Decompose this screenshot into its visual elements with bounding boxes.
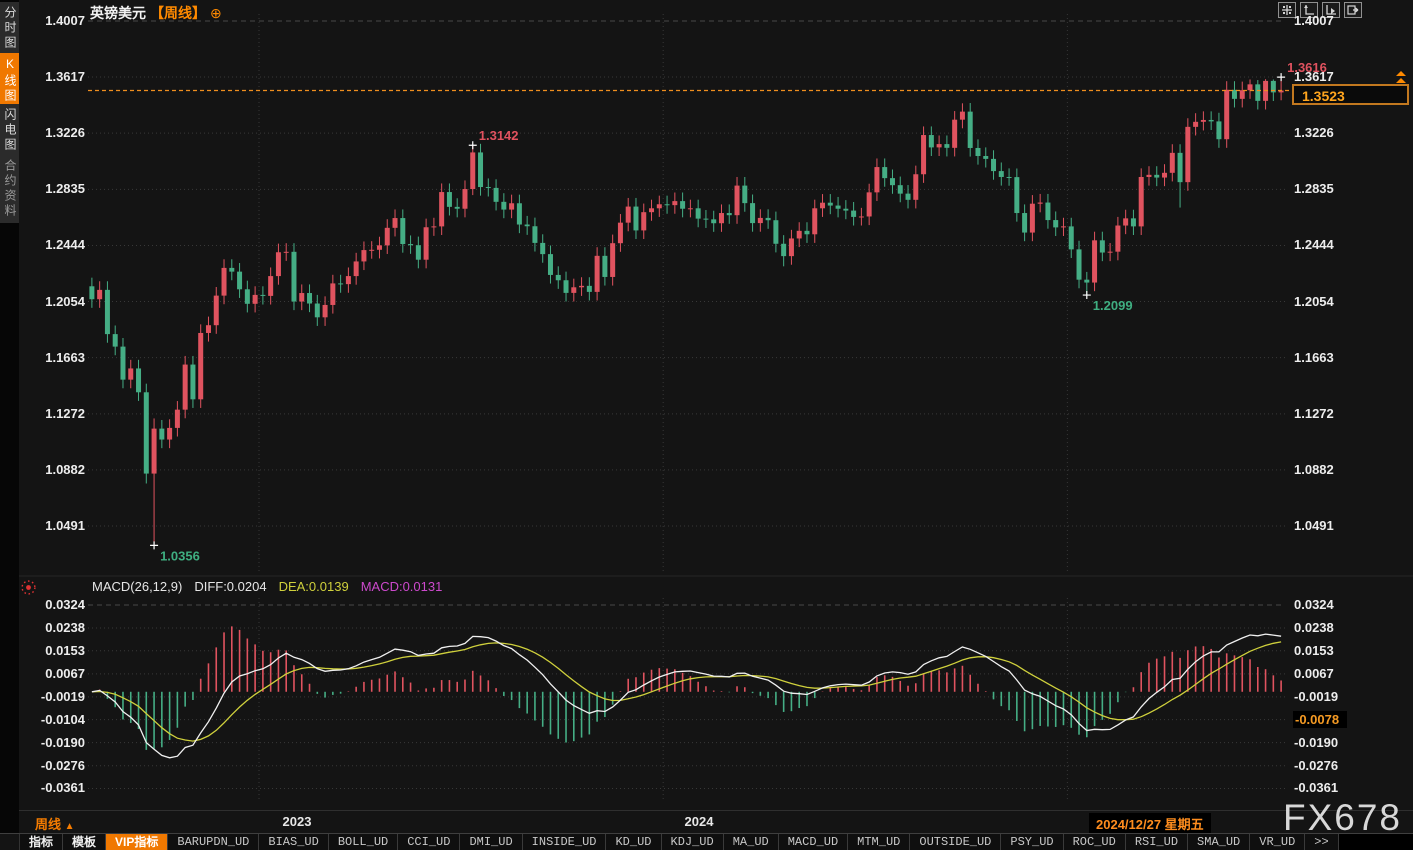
year-label-2023: 2023 <box>283 814 312 829</box>
macd-axis-label: 0.0153 <box>30 643 85 658</box>
symbol-title: 英镑美元 <box>90 3 146 23</box>
indicator-tab-bar: 指标模板VIP指标BARUPDN_UDBIAS_UDBOLL_UDCCI_UDD… <box>0 833 1413 850</box>
sidebar-item-kline-chart[interactable]: K线图 <box>0 53 19 108</box>
price-axis-label: 1.0882 <box>30 462 85 477</box>
tab-vip-[interactable]: VIP指标 <box>106 834 168 850</box>
price-axis-label: 1.0491 <box>30 518 85 533</box>
macd-axis-label: 0.0067 <box>30 666 85 681</box>
date-tag: 2024/12/27 星期五 <box>1089 813 1211 834</box>
price-axis-label: 1.1272 <box>1294 406 1364 421</box>
tab--[interactable]: 模板 <box>63 834 106 850</box>
macd-axis-label: 0.0238 <box>30 620 85 635</box>
tab-rsi_ud[interactable]: RSI_UD <box>1126 834 1188 850</box>
macd-current-value-tag: -0.0078 <box>1293 711 1347 728</box>
svg-text:1.0356: 1.0356 <box>160 548 200 563</box>
macd-axis-label: -0.0276 <box>30 758 85 773</box>
tab-roc_ud[interactable]: ROC_UD <box>1064 834 1126 850</box>
tab-outside_ud[interactable]: OUTSIDE_UD <box>910 834 1001 850</box>
price-axis-label: 1.2444 <box>1294 237 1364 252</box>
macd-dea-value: DEA:0.0139 <box>279 579 349 594</box>
indicator-settings-icon[interactable] <box>20 579 37 596</box>
macd-axis-label: 0.0324 <box>1294 597 1364 612</box>
price-axis-label: 1.1663 <box>1294 350 1364 365</box>
macd-axis-label: -0.0361 <box>30 780 85 795</box>
svg-text:1.3142: 1.3142 <box>479 128 519 143</box>
price-axis-label: 1.1663 <box>30 350 85 365</box>
macd-axis-label: -0.0276 <box>1294 758 1364 773</box>
left-sidebar: 分时图 K线图 闪电图 合约资料 <box>0 0 19 850</box>
tab-kd_ud[interactable]: KD_UD <box>606 834 661 850</box>
year-label-2024: 2024 <box>685 814 714 829</box>
tab-ma_ud[interactable]: MA_UD <box>724 834 779 850</box>
price-up-arrows-icon <box>1394 71 1408 89</box>
tab-macd_ud[interactable]: MACD_UD <box>779 834 848 850</box>
time-axis: 周线 ▲ 2023 2024 2024/12/27 星期五 <box>19 810 1413 834</box>
macd-axis-label: -0.0361 <box>1294 780 1364 795</box>
price-axis-label: 1.1272 <box>30 406 85 421</box>
price-axis-label: 1.2835 <box>30 181 85 196</box>
macd-axis-label: -0.0190 <box>1294 735 1364 750</box>
tab-psy_ud[interactable]: PSY_UD <box>1001 834 1063 850</box>
macd-axis-label: -0.0019 <box>30 689 85 704</box>
tab-bar-corner <box>0 834 20 850</box>
tab--[interactable]: 指标 <box>20 834 63 850</box>
price-axis-label: 1.2054 <box>1294 294 1364 309</box>
price-axis-label: 1.2054 <box>30 294 85 309</box>
sidebar-item-lightning-chart[interactable]: 闪电图 <box>0 104 19 157</box>
tab-sma_ud[interactable]: SMA_UD <box>1188 834 1250 850</box>
add-indicator-icon[interactable]: ⊕ <box>210 6 222 20</box>
macd-axis-label: -0.0104 <box>30 712 85 727</box>
last-price-tag: 1.3523 <box>1292 84 1409 105</box>
price-axis-label: 1.0882 <box>1294 462 1364 477</box>
macd-axis-label: 0.0067 <box>1294 666 1364 681</box>
price-axis-label: 1.3617 <box>30 69 85 84</box>
price-axis-label: 1.3617 <box>1294 69 1364 84</box>
tab-cci_ud[interactable]: CCI_UD <box>398 834 460 850</box>
tab-bias_ud[interactable]: BIAS_UD <box>259 834 328 850</box>
price-axis-label: 1.4007 <box>30 13 85 28</box>
tab-kdj_ud[interactable]: KDJ_UD <box>662 834 724 850</box>
macd-diff-value: DIFF:0.0204 <box>194 579 266 594</box>
macd-macd-value: MACD:0.0131 <box>361 579 443 594</box>
chart-header: 英镑美元 【周线】 ⊕ <box>90 4 222 22</box>
tab-inside_ud[interactable]: INSIDE_UD <box>523 834 607 850</box>
macd-axis-label: 0.0324 <box>30 597 85 612</box>
watermark: FX678 <box>1283 797 1402 839</box>
period-selector[interactable]: 周线 ▲ <box>35 814 75 833</box>
macd-axis-label: -0.0190 <box>30 735 85 750</box>
period-tag[interactable]: 【周线】 <box>150 3 206 23</box>
macd-axis-label: 0.0238 <box>1294 620 1364 635</box>
tab-boll_ud[interactable]: BOLL_UD <box>329 834 398 850</box>
macd-header: MACD(26,12,9) DIFF:0.0204 DEA:0.0139 MAC… <box>92 579 442 594</box>
price-axis-label: 1.4007 <box>1294 13 1364 28</box>
macd-title[interactable]: MACD(26,12,9) <box>92 579 182 594</box>
chart-canvas[interactable]: 1.03561.31421.20991.3616 <box>0 0 1413 850</box>
tab-mtm_ud[interactable]: MTM_UD <box>848 834 910 850</box>
svg-text:1.2099: 1.2099 <box>1093 298 1133 313</box>
trading-app: 1.03561.31421.20991.3616 分时图 K线图 闪电图 合约资… <box>0 0 1413 850</box>
macd-axis-label: 0.0153 <box>1294 643 1364 658</box>
tab-barupdn_ud[interactable]: BARUPDN_UD <box>168 834 259 850</box>
macd-axis-label: -0.0019 <box>1294 689 1364 704</box>
price-axis-label: 1.2835 <box>1294 181 1364 196</box>
price-axis-label: 1.2444 <box>30 237 85 252</box>
tab-dmi_ud[interactable]: DMI_UD <box>460 834 522 850</box>
price-axis-label: 1.3226 <box>30 125 85 140</box>
price-axis-label: 1.3226 <box>1294 125 1364 140</box>
price-axis-label: 1.0491 <box>1294 518 1364 533</box>
sidebar-item-contract-info[interactable]: 合约资料 <box>0 155 19 223</box>
sidebar-item-time-chart[interactable]: 分时图 <box>0 2 19 55</box>
